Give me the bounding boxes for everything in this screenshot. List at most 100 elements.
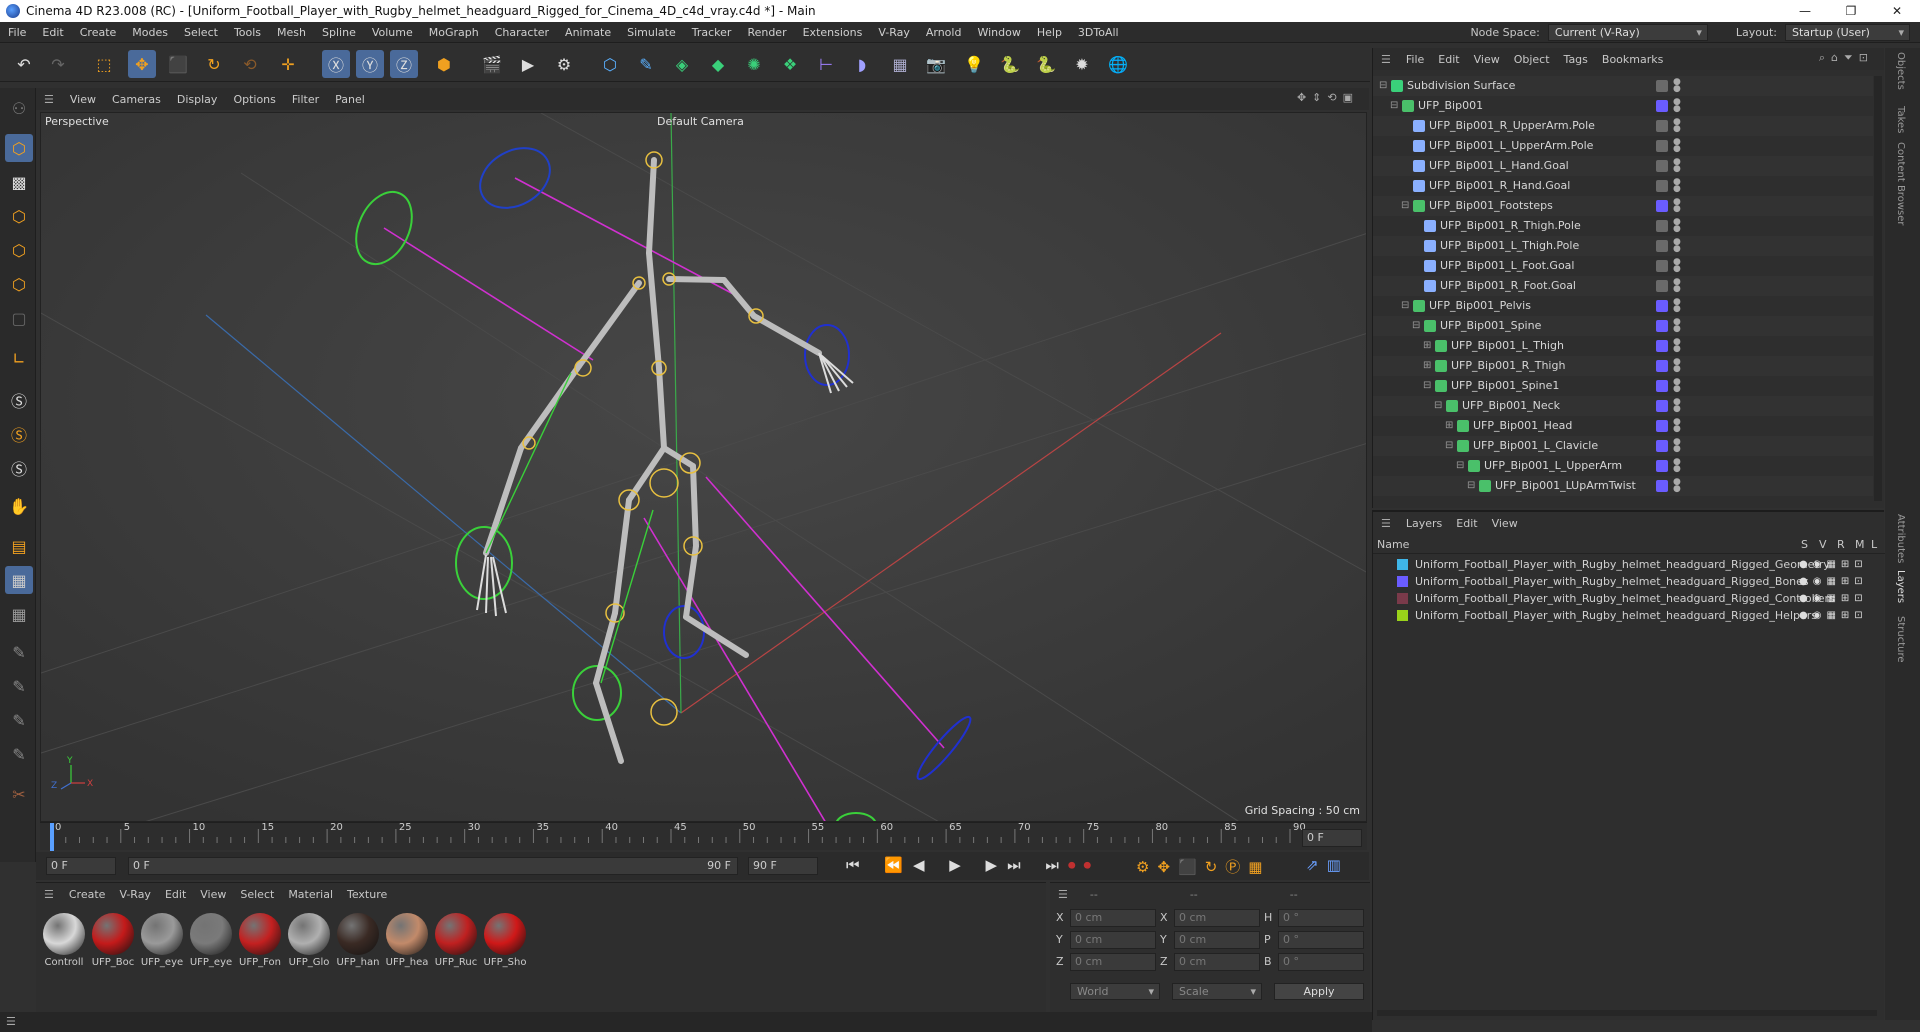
visibility-dots-icon[interactable]: ● ●: [1673, 118, 1681, 134]
status-hamburger-icon[interactable]: ☰: [6, 1015, 16, 1028]
menu-animate[interactable]: Animate: [557, 26, 619, 39]
tab-attributes[interactable]: Attributes: [1895, 514, 1906, 563]
3d-viewport[interactable]: Y X Z Perspective Default Camera Grid Sp…: [40, 112, 1367, 822]
layer-color-tag[interactable]: [1656, 440, 1668, 452]
maximize-button[interactable]: ❐: [1828, 0, 1874, 22]
deformer-icon[interactable]: ⊢: [812, 50, 840, 78]
layout-dropdown[interactable]: Startup (User): [1785, 24, 1910, 41]
layer-row[interactable]: Uniform_Football_Player_with_Rugby_helme…: [1373, 573, 1885, 590]
scale-tool-icon[interactable]: ⬛: [164, 50, 192, 78]
undo-icon[interactable]: ↶: [10, 50, 38, 78]
layer-hamburger-icon[interactable]: ☰: [1373, 517, 1399, 530]
object-tree-row[interactable]: UFP_Bip001_L_Foot.Goal ● ●: [1373, 256, 1873, 276]
menu-file[interactable]: File: [0, 26, 34, 39]
visibility-dots-icon[interactable]: ● ●: [1673, 318, 1681, 334]
visibility-dots-icon[interactable]: ● ●: [1673, 458, 1681, 474]
object-tree-row[interactable]: ⊟ UFP_Bip001_Footsteps ● ●: [1373, 196, 1873, 216]
workplane-icon[interactable]: ▤: [5, 532, 33, 560]
render-view-icon[interactable]: 🎬: [478, 50, 506, 78]
coord-size-field[interactable]: 0 cm: [1174, 931, 1260, 949]
tab-takes[interactable]: Takes: [1895, 106, 1906, 133]
layer-menu-layers[interactable]: Layers: [1399, 517, 1449, 530]
layer-color-swatch[interactable]: [1397, 610, 1408, 621]
timeline-extra-icons[interactable]: ⇗▥: [1306, 856, 1349, 874]
material-menu-vray[interactable]: V-Ray: [112, 888, 158, 901]
menu-3dtoall[interactable]: 3DToAll: [1070, 26, 1127, 39]
layer-color-tag[interactable]: [1656, 360, 1668, 372]
material-swatch[interactable]: UFP_han: [336, 913, 380, 968]
transfer-tool-icon[interactable]: ✛: [274, 50, 302, 78]
object-tree-row[interactable]: ⊟ UFP_Bip001_Spine1 ● ●: [1373, 376, 1873, 396]
layer-color-swatch[interactable]: [1397, 559, 1408, 570]
viewport-menu-cameras[interactable]: Cameras: [104, 93, 169, 106]
menu-select[interactable]: Select: [176, 26, 226, 39]
layer-scrollbar[interactable]: [1377, 1010, 1877, 1016]
cloner-icon[interactable]: ✺: [740, 50, 768, 78]
material-swatch[interactable]: UFP_Fon: [238, 913, 282, 968]
expand-toggle-icon[interactable]: ⊟: [1423, 376, 1431, 396]
viewport-nav-icons[interactable]: ✥⇕⟲▣: [1297, 91, 1359, 104]
layer-color-swatch[interactable]: [1397, 576, 1408, 587]
visibility-dots-icon[interactable]: ● ●: [1673, 158, 1681, 174]
current-frame-field[interactable]: 0 F: [1302, 829, 1362, 847]
tab-content-browser[interactable]: Content Browser: [1895, 142, 1906, 225]
material-swatch[interactable]: UFP_Ruc: [434, 913, 478, 968]
layer-color-tag[interactable]: [1656, 320, 1668, 332]
material-swatch[interactable]: Controll: [42, 913, 86, 968]
menu-vray[interactable]: V-Ray: [870, 26, 918, 39]
sculpt-tool-icon[interactable]: ✎: [5, 672, 33, 700]
knife-tool-icon[interactable]: ✂: [5, 780, 33, 808]
layer-color-tag[interactable]: [1656, 80, 1668, 92]
visibility-dots-icon[interactable]: ● ●: [1673, 338, 1681, 354]
om-menu-view[interactable]: View: [1467, 53, 1507, 66]
menu-tracker[interactable]: Tracker: [684, 26, 740, 39]
expand-toggle-icon[interactable]: ⊟: [1445, 436, 1453, 456]
object-tree-scrollbar[interactable]: [1874, 76, 1882, 501]
tab-objects[interactable]: Objects: [1895, 52, 1906, 90]
object-tree-row[interactable]: UFP_Bip001_R_Thigh.Pole ● ●: [1373, 216, 1873, 236]
coord-rotation-field[interactable]: 0 °: [1278, 931, 1364, 949]
start-frame-field[interactable]: 0 F: [46, 857, 116, 875]
coord-rotation-field[interactable]: 0 °: [1278, 909, 1364, 927]
layer-color-tag[interactable]: [1656, 260, 1668, 272]
vray-settings-icon[interactable]: ✹: [1068, 50, 1096, 78]
minimize-button[interactable]: —: [1782, 0, 1828, 22]
material-menu-create[interactable]: Create: [62, 888, 113, 901]
texture-mode-icon[interactable]: ▩: [5, 168, 33, 196]
menu-window[interactable]: Window: [969, 26, 1028, 39]
layer-color-tag[interactable]: [1656, 400, 1668, 412]
material-swatch[interactable]: UFP_hea: [385, 913, 429, 968]
uv-mode-icon[interactable]: ▢: [5, 304, 33, 332]
om-menu-bookmarks[interactable]: Bookmarks: [1595, 53, 1670, 66]
expand-toggle-icon[interactable]: ⊞: [1445, 416, 1453, 436]
layer-color-tag[interactable]: [1656, 460, 1668, 472]
coord-rotation-field[interactable]: 0 °: [1278, 953, 1364, 971]
visibility-dots-icon[interactable]: ● ●: [1673, 138, 1681, 154]
om-menu-edit[interactable]: Edit: [1431, 53, 1466, 66]
layer-row[interactable]: Uniform_Football_Player_with_Rugby_helme…: [1373, 607, 1885, 624]
menu-simulate[interactable]: Simulate: [619, 26, 684, 39]
visibility-dots-icon[interactable]: ● ●: [1673, 378, 1681, 394]
live-selection-icon[interactable]: ⬚: [90, 50, 118, 78]
layer-menu-edit[interactable]: Edit: [1449, 517, 1484, 530]
menu-mesh[interactable]: Mesh: [269, 26, 314, 39]
layer-row[interactable]: Uniform_Football_Player_with_Rugby_helme…: [1373, 590, 1885, 607]
layer-color-tag[interactable]: [1656, 180, 1668, 192]
visibility-dots-icon[interactable]: ● ●: [1673, 398, 1681, 414]
object-tree-row[interactable]: ⊟ UFP_Bip001 ● ●: [1373, 96, 1873, 116]
object-tree-row[interactable]: ⊞ UFP_Bip001_R_Thigh ● ●: [1373, 356, 1873, 376]
render-settings-icon[interactable]: ⚙: [550, 50, 578, 78]
object-tree-row[interactable]: ⊞ UFP_Bip001_L_Thigh ● ●: [1373, 336, 1873, 356]
visibility-dots-icon[interactable]: ● ●: [1673, 98, 1681, 114]
menu-modes[interactable]: Modes: [124, 26, 176, 39]
menu-help[interactable]: Help: [1029, 26, 1070, 39]
layer-color-tag[interactable]: [1656, 480, 1668, 492]
model-mode-icon[interactable]: ⬡: [5, 134, 33, 162]
expand-toggle-icon[interactable]: ⊞: [1423, 356, 1431, 376]
mograph-effector-icon[interactable]: ❖: [776, 50, 804, 78]
viewport-hamburger-icon[interactable]: ☰: [36, 93, 62, 106]
layer-row[interactable]: Uniform_Football_Player_with_Rugby_helme…: [1373, 556, 1885, 573]
object-tree-row[interactable]: ⊟ UFP_Bip001_Spine ● ●: [1373, 316, 1873, 336]
coordinate-system-icon[interactable]: ⬢: [430, 50, 458, 78]
points-mode-icon[interactable]: ⬡: [5, 202, 33, 230]
